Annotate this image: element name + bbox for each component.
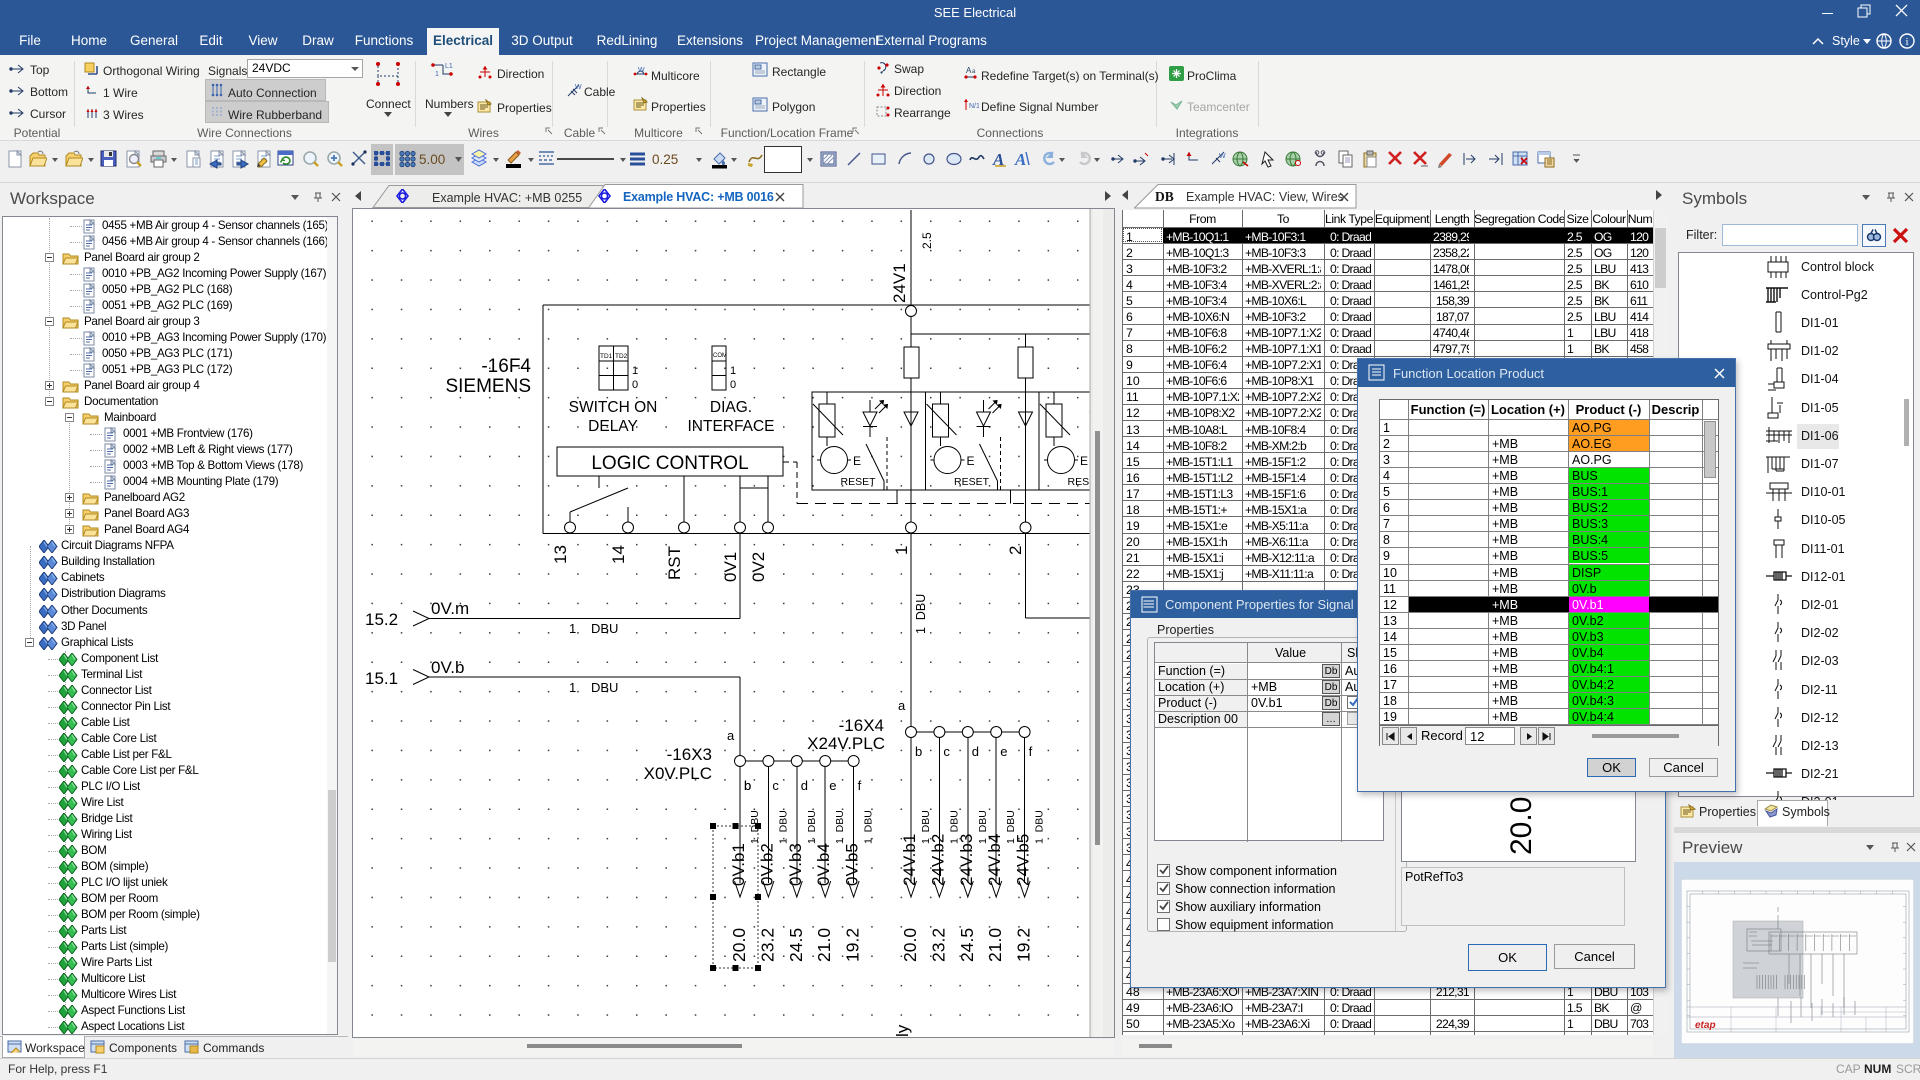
svg-text:1: 1 [730,365,736,377]
svg-text:1 DBU: 1 DBU [777,810,789,844]
svg-text:W: W [638,67,645,74]
svg-text:1 DBU: 1 DBU [1034,810,1046,844]
svg-text:d: d [801,778,808,793]
svg-text:15.1: 15.1 [365,669,398,688]
svg-text:2.5: 2.5 [920,232,934,249]
svg-text:L1: L1 [445,63,453,70]
svg-text:TD2: TD2 [615,353,628,360]
svg-text:0: 0 [632,379,638,391]
svg-text:e: e [829,778,836,793]
svg-text:RESET: RESET [840,476,876,488]
svg-text:f: f [1029,744,1033,759]
svg-text:LOGIC CONTROL: LOGIC CONTROL [591,453,748,474]
svg-text:A: A [1014,150,1026,169]
svg-text:1 DBU: 1 DBU [914,594,928,634]
svg-text:1: 1 [569,680,576,695]
svg-text:1: 1 [569,621,576,636]
svg-text:f: f [858,778,862,793]
svg-text:COM: COM [713,353,727,359]
svg-text:INTERFACE: INTERFACE [688,418,775,435]
svg-text:RST: RST [665,546,684,580]
svg-text:i: i [1905,36,1908,48]
svg-text:0V.b: 0V.b [431,658,464,677]
svg-text:23.2: 23.2 [928,928,948,962]
svg-text:SWITCH ON: SWITCH ON [569,399,658,416]
svg-text:14: 14 [609,545,628,564]
svg-text:X24V.PLC: X24V.PLC [807,734,885,753]
svg-text:c: c [943,744,950,759]
svg-text:0V.m: 0V.m [431,599,469,618]
svg-text:0V.b5: 0V.b5 [843,843,862,886]
svg-text:TD1: TD1 [600,353,613,360]
svg-text:0V1: 0V1 [721,552,740,582]
svg-text:19.2: 19.2 [1014,928,1034,962]
svg-text:15.2: 15.2 [365,610,398,629]
svg-text:24V1: 24V1 [890,263,909,303]
svg-text:24.5: 24.5 [786,928,806,962]
svg-text:-16X3: -16X3 [667,745,712,764]
svg-text:etap: etap [1695,1020,1716,1031]
svg-text:24V.b3: 24V.b3 [957,834,976,886]
svg-text:a: a [972,69,976,75]
svg-text:13: 13 [551,545,570,564]
svg-text:DELAY: DELAY [588,418,638,435]
svg-text:24V.b2: 24V.b2 [928,834,947,886]
svg-text:19.2: 19.2 [843,928,863,962]
svg-text:-16F4: -16F4 [481,356,531,377]
svg-text:24V.b4: 24V.b4 [985,834,1004,886]
svg-text:0: 0 [730,379,736,391]
svg-text:1 DBU: 1 DBU [863,810,875,844]
svg-text:1: 1 [435,71,439,78]
svg-text:24.5: 24.5 [957,928,977,962]
svg-text:b: b [915,744,922,759]
svg-text:e: e [1000,744,1007,759]
svg-text:DBU: DBU [591,680,618,695]
svg-text:W: W [1219,153,1226,160]
svg-text:21.0: 21.0 [985,928,1005,962]
svg-text:0V2: 0V2 [749,552,768,582]
svg-text:a: a [898,698,906,713]
svg-text:24V.b1: 24V.b1 [900,834,919,886]
svg-text:E: E [853,454,861,468]
svg-text:1 DBU: 1 DBU [834,810,846,844]
svg-text:20.0: 20.0 [900,928,920,962]
svg-text:E: E [967,454,975,468]
svg-text:20.0: 20.0 [1505,797,1538,855]
svg-text:b: b [744,778,751,793]
svg-text:a: a [727,728,735,743]
svg-text:c: c [772,778,779,793]
svg-text:E: E [1080,454,1088,468]
svg-text:0V.b2: 0V.b2 [757,843,776,886]
svg-text:d: d [972,744,979,759]
svg-text:1: 1 [632,365,638,377]
svg-text:-16X4: -16X4 [839,716,884,735]
svg-text:DBU: DBU [591,621,618,636]
svg-text:23.2: 23.2 [757,928,777,962]
svg-text:1 DBU: 1 DBU [806,810,818,844]
svg-text:24V.b5: 24V.b5 [1014,834,1033,886]
svg-text:RESET: RESET [954,476,990,488]
svg-text:DIAG.: DIAG. [710,399,752,416]
svg-text:2: 2 [1006,546,1025,555]
svg-text:X0V.PLC: X0V.PLC [644,764,712,783]
svg-text:ly: ly [893,1024,912,1037]
svg-text:0V.b1: 0V.b1 [729,843,748,886]
svg-text:W: W [575,84,582,91]
svg-text:1: 1 [892,546,911,555]
svg-text:0V.b3: 0V.b3 [786,843,805,886]
svg-text:N/1: N/1 [969,103,979,110]
svg-text:0V.b4: 0V.b4 [814,843,833,886]
svg-text:21.0: 21.0 [814,928,834,962]
svg-text:20.0: 20.0 [729,928,749,962]
svg-text:SIEMENS: SIEMENS [445,376,531,397]
